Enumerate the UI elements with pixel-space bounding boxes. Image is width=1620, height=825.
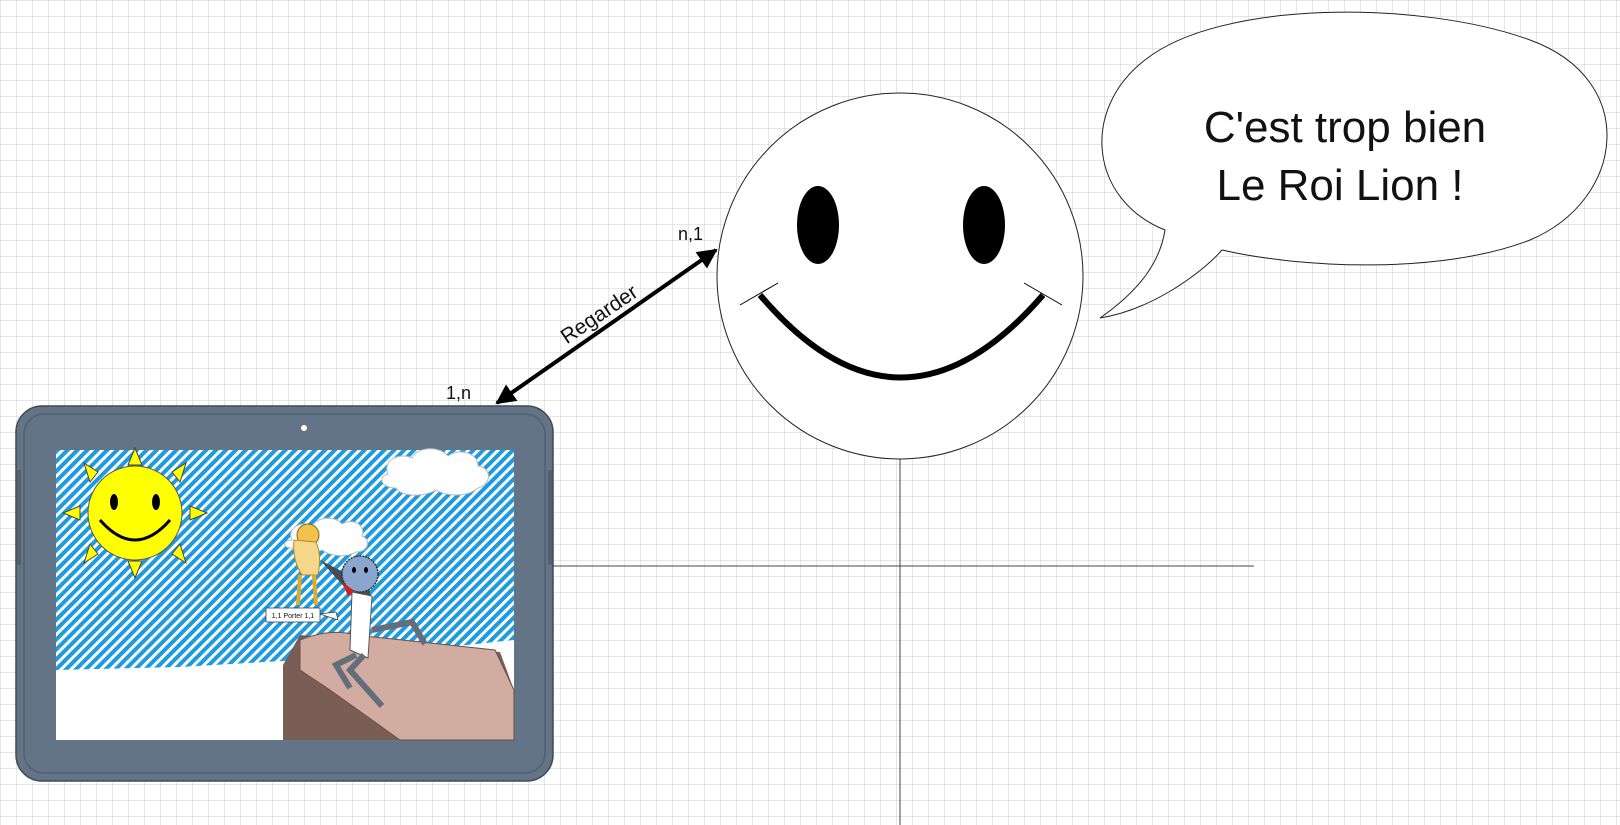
- inner-note: 1,1 Porter 1,1: [272, 613, 315, 620]
- speech-text-line1: C'est trop bien: [1204, 103, 1486, 152]
- tablet-side-button: [17, 470, 21, 565]
- right-eye: [963, 186, 1005, 264]
- speech-bubble[interactable]: C'est trop bien Le Roi Lion !: [1099, 11, 1608, 319]
- cardinality-tablet: 1,n: [446, 383, 471, 403]
- tablet-camera: [301, 425, 307, 431]
- speech-text-line2: Le Roi Lion !: [1216, 161, 1463, 210]
- tablet-side-button-right: [548, 470, 552, 565]
- tablet[interactable]: 1,1 Porter 1,1: [15, 405, 554, 782]
- cardinality-viewer: n,1: [678, 224, 703, 244]
- smiley-face[interactable]: [716, 92, 1084, 460]
- diagram-canvas: C'est trop bien Le Roi Lion ! Regarder 1…: [15, 11, 1608, 825]
- double-arrow-icon: [495, 248, 718, 405]
- left-eye: [797, 186, 839, 264]
- smiley-face-icon: [716, 92, 1084, 460]
- relation-label: Regarder: [557, 281, 642, 349]
- relation-regarder[interactable]: Regarder 1,n n,1: [446, 224, 718, 405]
- tablet-screen: 1,1 Porter 1,1: [56, 446, 515, 741]
